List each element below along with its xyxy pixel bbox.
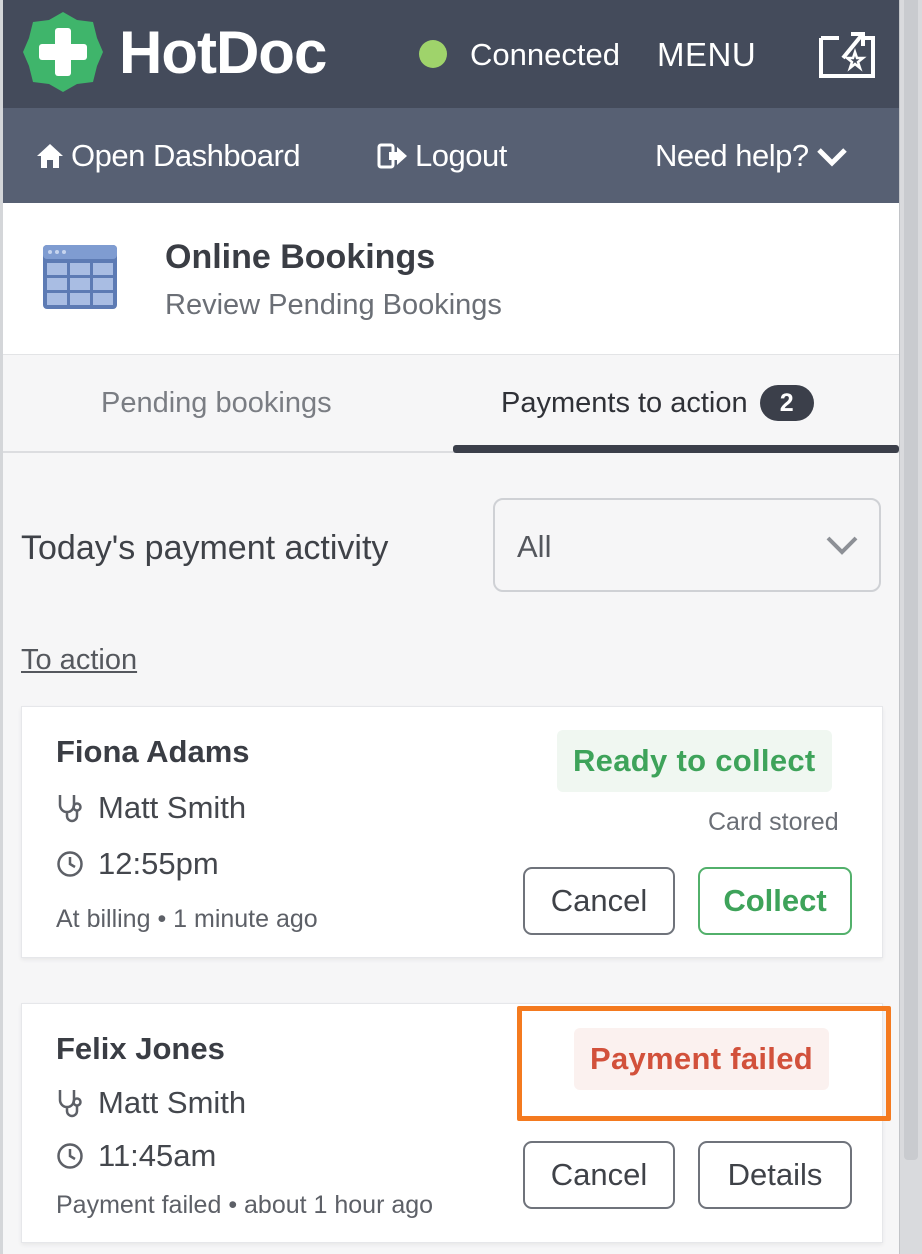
connection-status-dot bbox=[419, 40, 447, 68]
open-dashboard-label: Open Dashboard bbox=[71, 138, 301, 173]
to-action-heading[interactable]: To action bbox=[21, 642, 137, 678]
home-icon bbox=[37, 144, 63, 168]
active-tab-indicator bbox=[453, 445, 899, 453]
connection-status: Connected bbox=[470, 37, 620, 72]
chevron-down-icon bbox=[826, 536, 858, 555]
section-header: Online Bookings Review Pending Bookings bbox=[3, 203, 899, 355]
hotdoc-panel: HotDoc Connected MENU Open Dashboard Log… bbox=[3, 0, 899, 1254]
appointment-time: 12:55pm bbox=[98, 846, 219, 881]
booking-card: Fiona Adams Matt Smith 12:55pm At billin… bbox=[21, 706, 883, 958]
tab-pending-bookings[interactable]: Pending bookings bbox=[101, 385, 332, 421]
practitioner-name: Matt Smith bbox=[98, 790, 247, 825]
logout-label: Logout bbox=[415, 138, 507, 173]
cancel-button[interactable]: Cancel bbox=[523, 867, 675, 935]
sub-navigation: Open Dashboard Logout Need help? bbox=[3, 108, 899, 203]
booking-card: Felix Jones Matt Smith 11:45am Payment f… bbox=[21, 1003, 883, 1243]
tab-payments-to-action[interactable]: Payments to action 2 bbox=[501, 385, 814, 421]
status-badge: Ready to collect bbox=[557, 730, 832, 792]
brand-name: HotDoc bbox=[119, 19, 327, 86]
open-dashboard-link[interactable]: Open Dashboard bbox=[35, 138, 301, 174]
calendar-table-icon bbox=[43, 245, 117, 309]
logout-link[interactable]: Logout bbox=[377, 138, 507, 174]
scrollbar[interactable] bbox=[899, 0, 922, 1254]
status-badge: Payment failed bbox=[574, 1028, 830, 1090]
logout-icon bbox=[377, 143, 407, 169]
details-button[interactable]: Details bbox=[698, 1141, 852, 1209]
practitioner-name: Matt Smith bbox=[98, 1085, 247, 1120]
clock-icon bbox=[57, 1143, 83, 1169]
tab-payments-label: Payments to action bbox=[501, 387, 748, 419]
practitioner-row: Matt Smith bbox=[56, 1084, 246, 1122]
appointment-time: 11:45am bbox=[98, 1138, 217, 1173]
clock-icon bbox=[57, 851, 83, 877]
stethoscope-icon bbox=[58, 795, 82, 823]
scrollbar-thumb[interactable] bbox=[904, 0, 918, 1160]
section-subtitle: Review Pending Bookings bbox=[165, 289, 502, 321]
collect-button[interactable]: Collect bbox=[698, 867, 852, 935]
section-title: Online Bookings bbox=[165, 238, 436, 276]
patient-name: Felix Jones bbox=[56, 1031, 225, 1066]
hotdoc-logo-icon bbox=[23, 12, 103, 92]
time-row: 12:55pm bbox=[56, 845, 219, 883]
need-help-dropdown[interactable]: Need help? bbox=[655, 138, 849, 174]
time-row: 11:45am bbox=[56, 1137, 216, 1175]
popout-window-icon[interactable] bbox=[815, 28, 877, 80]
payment-activity-label: Today's payment activity bbox=[21, 529, 389, 567]
stethoscope-icon bbox=[58, 1090, 82, 1118]
practitioner-row: Matt Smith bbox=[56, 789, 246, 827]
count-badge: 2 bbox=[759, 385, 814, 421]
booking-meta: At billing • 1 minute ago bbox=[56, 905, 318, 933]
booking-meta: Payment failed • about 1 hour ago bbox=[56, 1191, 434, 1219]
select-value: All bbox=[517, 529, 552, 564]
top-bar: HotDoc Connected MENU bbox=[3, 0, 899, 108]
tab-bar: Pending bookings Payments to action 2 bbox=[3, 355, 899, 453]
cancel-button[interactable]: Cancel bbox=[523, 1141, 675, 1209]
menu-button[interactable]: MENU bbox=[657, 36, 756, 74]
patient-name: Fiona Adams bbox=[56, 734, 250, 769]
payment-activity-select[interactable]: All bbox=[493, 498, 881, 592]
card-stored-note: Card stored bbox=[708, 808, 839, 836]
need-help-label: Need help? bbox=[655, 138, 809, 173]
chevron-down-icon bbox=[816, 148, 847, 167]
